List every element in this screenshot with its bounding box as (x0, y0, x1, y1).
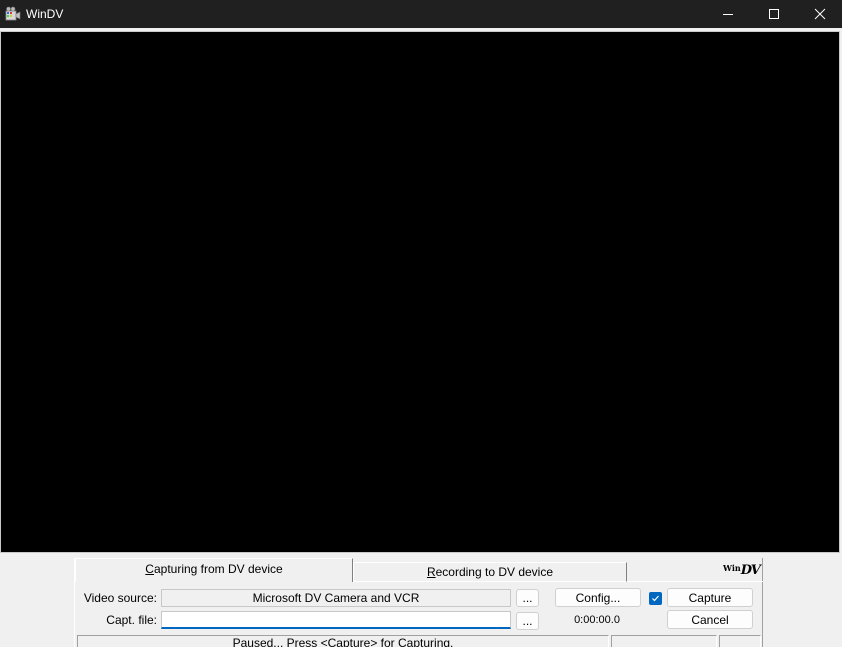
capt-file-input[interactable] (162, 612, 510, 628)
checkmark-icon (652, 595, 659, 602)
control-panel: Capturing from DV device Recording to DV… (0, 554, 842, 647)
tab-capturing-label: apturing from DV device (153, 562, 283, 576)
windv-logo: WinDV (723, 563, 761, 579)
video-source-field: Microsoft DV Camera and VCR (161, 589, 511, 607)
timecode-display: 0:00:00.0 (574, 614, 620, 626)
capture-checkbox[interactable] (649, 592, 662, 605)
maximize-button[interactable] (751, 0, 797, 28)
maximize-icon (769, 9, 779, 19)
tab-recording-accesskey: R (426, 565, 436, 579)
title-bar[interactable]: WinDV (0, 0, 842, 28)
config-button[interactable]: Config... (555, 588, 641, 607)
browse-source-button[interactable]: ... (516, 589, 539, 607)
status-bar-section-3 (719, 635, 761, 647)
capture-button[interactable]: Capture (667, 588, 753, 607)
tab-recording-label: ecording to DV device (435, 565, 554, 579)
control-panel-frame: Capturing from DV device Recording to DV… (74, 558, 763, 647)
cancel-button[interactable]: Cancel (667, 610, 753, 629)
minimize-icon (723, 14, 733, 15)
close-icon (814, 8, 826, 20)
video-source-label: Video source: (83, 591, 157, 605)
capt-file-label: Capt. file: (106, 613, 157, 627)
tab-capturing[interactable]: Capturing from DV device (75, 558, 353, 582)
window-title: WinDV (26, 7, 64, 21)
tab-recording[interactable]: Recording to DV device (353, 562, 627, 582)
close-button[interactable] (797, 0, 842, 28)
logo-dv: DV (740, 563, 761, 578)
status-bar-main: Paused... Press <Capture> for Capturing. (77, 635, 609, 647)
logo-win: Win (723, 563, 741, 573)
browse-file-button[interactable]: ... (516, 612, 539, 630)
minimize-button[interactable] (705, 0, 751, 28)
app-window: WinDV Capturing from DV device Recording… (0, 0, 842, 647)
tab-capturing-accesskey: C (145, 562, 154, 576)
video-preview (0, 31, 840, 553)
status-bar-section-2 (611, 635, 717, 647)
tab-divider (627, 581, 763, 582)
film-camera-icon (5, 6, 21, 21)
capt-file-field[interactable] (161, 611, 511, 629)
